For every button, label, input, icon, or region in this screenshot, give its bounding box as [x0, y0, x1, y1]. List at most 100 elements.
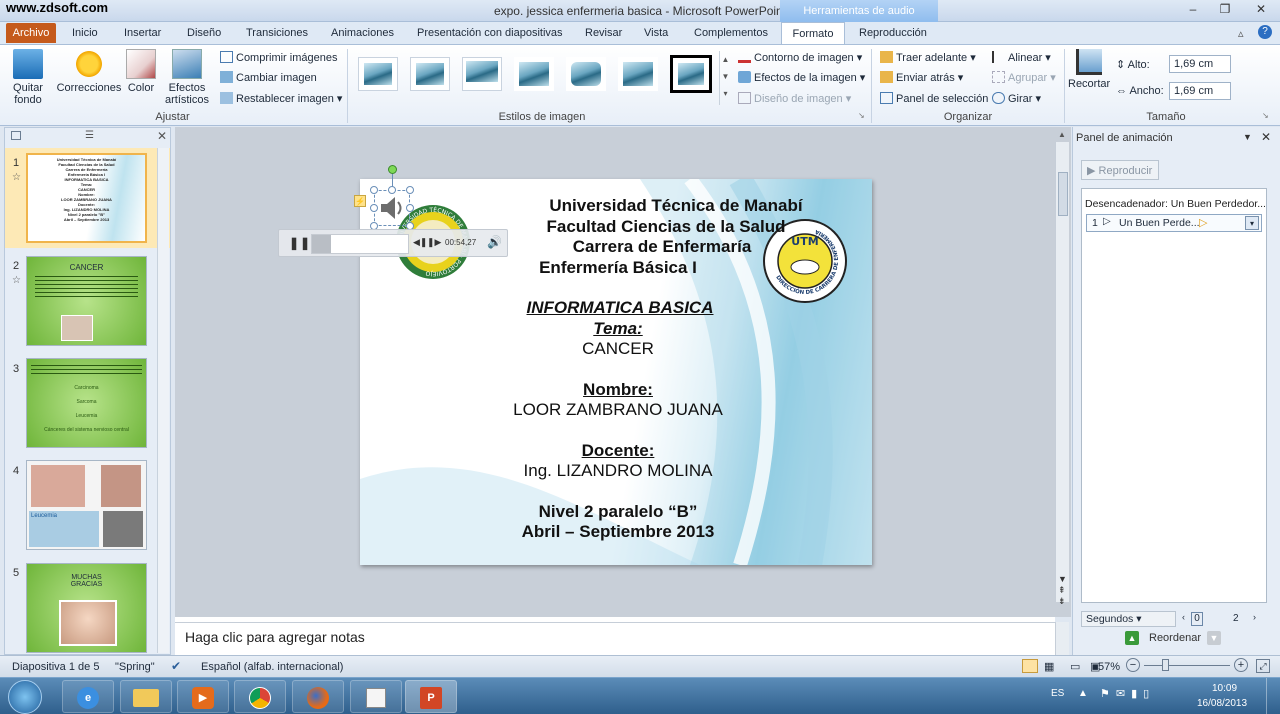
- slide-line-nivel[interactable]: Nivel 2 paralelo “B”: [362, 502, 872, 522]
- panel-seleccion-button[interactable]: Panel de selección: [880, 92, 988, 105]
- tab-animaciones[interactable]: Animaciones: [331, 27, 394, 39]
- efectos-imagen-button[interactable]: Efectos de la imagen ▾: [738, 71, 865, 84]
- girar-button[interactable]: Girar ▾: [992, 92, 1041, 105]
- style-thumbnail[interactable]: [358, 57, 398, 91]
- notes-scrollbar[interactable]: [1055, 622, 1069, 655]
- close-button[interactable]: ✕: [1248, 2, 1274, 18]
- slide-thumbnail-4[interactable]: Leucemia: [26, 460, 147, 550]
- slide-line-docente-label[interactable]: Docente:: [362, 441, 872, 461]
- tab-revisar[interactable]: Revisar: [585, 27, 622, 39]
- tab-presentacion[interactable]: Presentación con diapositivas: [417, 27, 563, 39]
- minimize-button[interactable]: –: [1180, 2, 1206, 18]
- maximize-button[interactable]: ❐: [1212, 2, 1238, 18]
- start-button-icon[interactable]: [8, 680, 42, 714]
- resize-handle[interactable]: [406, 186, 414, 194]
- traer-adelante-button[interactable]: Traer adelante ▾: [880, 51, 976, 64]
- scroll-up-icon[interactable]: ▲: [1058, 130, 1066, 139]
- comprimir-imagenes-button[interactable]: Comprimir imágenes: [220, 51, 337, 64]
- clock-date[interactable]: 16/08/2013: [1197, 698, 1247, 709]
- slides-tab-icon[interactable]: [11, 131, 21, 140]
- normal-view-icon[interactable]: [1022, 659, 1038, 673]
- dialog-launcher-icon[interactable]: ↘: [858, 111, 865, 120]
- efectos-artisticos-button[interactable]: Efectos artísticos: [160, 49, 214, 106]
- tray-icons[interactable]: ⚑✉▮▯: [1100, 687, 1155, 700]
- move-up-icon[interactable]: ▲: [1125, 631, 1139, 645]
- taskbar-powerpoint-icon[interactable]: P: [405, 680, 457, 713]
- enviar-atras-button[interactable]: Enviar atrás ▾: [880, 71, 963, 84]
- timeline-left-icon[interactable]: ‹: [1182, 612, 1185, 622]
- minimize-ribbon-icon[interactable]: ▵: [1238, 27, 1244, 40]
- slide-thumbnail-5[interactable]: MUCHAS GRACIAS: [26, 563, 147, 653]
- slide-line-tema[interactable]: CANCER: [362, 339, 872, 359]
- resize-handle[interactable]: [388, 186, 396, 194]
- height-input[interactable]: 1,69 cm: [1169, 55, 1231, 73]
- slide-line-fecha[interactable]: Abril – Septiembre 2013: [362, 522, 872, 542]
- slides-scrollbar[interactable]: [157, 148, 169, 653]
- show-hidden-icons[interactable]: ▲: [1078, 688, 1088, 699]
- input-language[interactable]: ES: [1051, 688, 1064, 699]
- tab-archivo[interactable]: Archivo: [6, 23, 56, 43]
- zoom-out-icon[interactable]: −: [1126, 658, 1140, 672]
- slide-line-subject[interactable]: Enfermería Básica I: [362, 258, 872, 278]
- volume-icon[interactable]: 🔊: [487, 235, 502, 249]
- zoom-in-icon[interactable]: +: [1234, 658, 1248, 672]
- style-thumbnail[interactable]: [618, 57, 658, 91]
- tab-vista[interactable]: Vista: [644, 27, 668, 39]
- quitar-fondo-button[interactable]: Quitar fondo: [6, 49, 50, 106]
- seek-forward-icon[interactable]: ❚▶: [427, 237, 441, 248]
- help-icon[interactable]: ?: [1258, 25, 1272, 39]
- color-button[interactable]: Color: [124, 49, 158, 94]
- animation-item[interactable]: 1 ▷ Un Buen Perde... ▷ ▾: [1086, 214, 1262, 232]
- style-thumbnail[interactable]: [670, 55, 712, 93]
- close-panel-icon[interactable]: ✕: [157, 129, 167, 143]
- reading-view-icon[interactable]: ▭: [1070, 660, 1080, 673]
- resize-handle[interactable]: [370, 204, 378, 212]
- style-thumbnail[interactable]: [566, 57, 606, 91]
- taskbar-ie-icon[interactable]: e: [62, 680, 114, 713]
- tab-formato[interactable]: Formato: [781, 22, 845, 45]
- agrupar-button[interactable]: Agrupar ▾: [992, 71, 1056, 84]
- correcciones-button[interactable]: Correcciones: [56, 49, 122, 94]
- speaker-icon[interactable]: [378, 194, 406, 222]
- taskbar-chrome-icon[interactable]: [234, 680, 286, 713]
- slide-line-university[interactable]: Universidad Técnica de Manabí: [420, 196, 872, 216]
- slide-line-nombre[interactable]: LOOR ZAMBRANO JUANA: [362, 400, 872, 420]
- restablecer-imagen-button[interactable]: Restablecer imagen ▾: [220, 92, 342, 105]
- slide-sorter-icon[interactable]: ▦: [1044, 660, 1054, 673]
- cambiar-imagen-button[interactable]: Cambiar imagen: [220, 71, 317, 84]
- taskbar-media-icon[interactable]: ▶: [177, 680, 229, 713]
- audio-progress-track[interactable]: [311, 234, 409, 254]
- tab-reproduccion[interactable]: Reproducción: [859, 27, 927, 39]
- move-down-icon[interactable]: ▼: [1207, 631, 1221, 645]
- language-status[interactable]: Español (alfab. internacional): [201, 661, 343, 673]
- dialog-launcher-icon[interactable]: ↘: [1262, 111, 1269, 120]
- seek-back-icon[interactable]: ◀❚: [413, 237, 427, 248]
- taskbar-explorer-icon[interactable]: [120, 680, 172, 713]
- slide-thumbnail-3[interactable]: Carcinoma Sarcoma Leucemia Cánceres del …: [26, 358, 147, 448]
- tab-diseno[interactable]: Diseño: [187, 27, 221, 39]
- notes-pane[interactable]: Haga clic para agregar notas: [175, 622, 1055, 655]
- gallery-scroll[interactable]: ▲ ▼ ▾: [719, 51, 731, 105]
- diseno-imagen-button[interactable]: Diseño de imagen ▾: [738, 92, 851, 105]
- timeline-right-icon[interactable]: ›: [1253, 612, 1256, 622]
- contorno-imagen-button[interactable]: Contorno de imagen ▾: [738, 51, 862, 64]
- style-thumbnail[interactable]: [462, 57, 502, 91]
- slide-thumbnail-2[interactable]: CANCER: [26, 256, 147, 346]
- width-input[interactable]: 1,69 cm: [1169, 82, 1231, 100]
- style-thumbnail[interactable]: [514, 57, 554, 91]
- recortar-button[interactable]: Recortar: [1068, 49, 1110, 90]
- resize-handle[interactable]: [370, 186, 378, 194]
- item-dropdown-icon[interactable]: ▾: [1245, 216, 1259, 230]
- seconds-dropdown[interactable]: Segundos ▾: [1081, 611, 1176, 627]
- zoom-slider[interactable]: [1144, 665, 1230, 666]
- spellcheck-icon[interactable]: ✔: [171, 659, 181, 673]
- style-thumbnail[interactable]: [410, 57, 450, 91]
- tab-complementos[interactable]: Complementos: [694, 27, 768, 39]
- taskbar-app-icon[interactable]: [350, 680, 402, 713]
- play-button[interactable]: ▶ Reproducir: [1081, 160, 1159, 180]
- trigger-header[interactable]: Desencadenador: Un Buen Perdedor...: [1085, 198, 1266, 210]
- scroll-down-icon[interactable]: ▼ ⇞ ⇟: [1058, 574, 1067, 607]
- alinear-button[interactable]: Alinear ▾: [992, 51, 1051, 64]
- fit-to-window-icon[interactable]: ⤢: [1256, 659, 1270, 673]
- tab-insertar[interactable]: Insertar: [124, 27, 161, 39]
